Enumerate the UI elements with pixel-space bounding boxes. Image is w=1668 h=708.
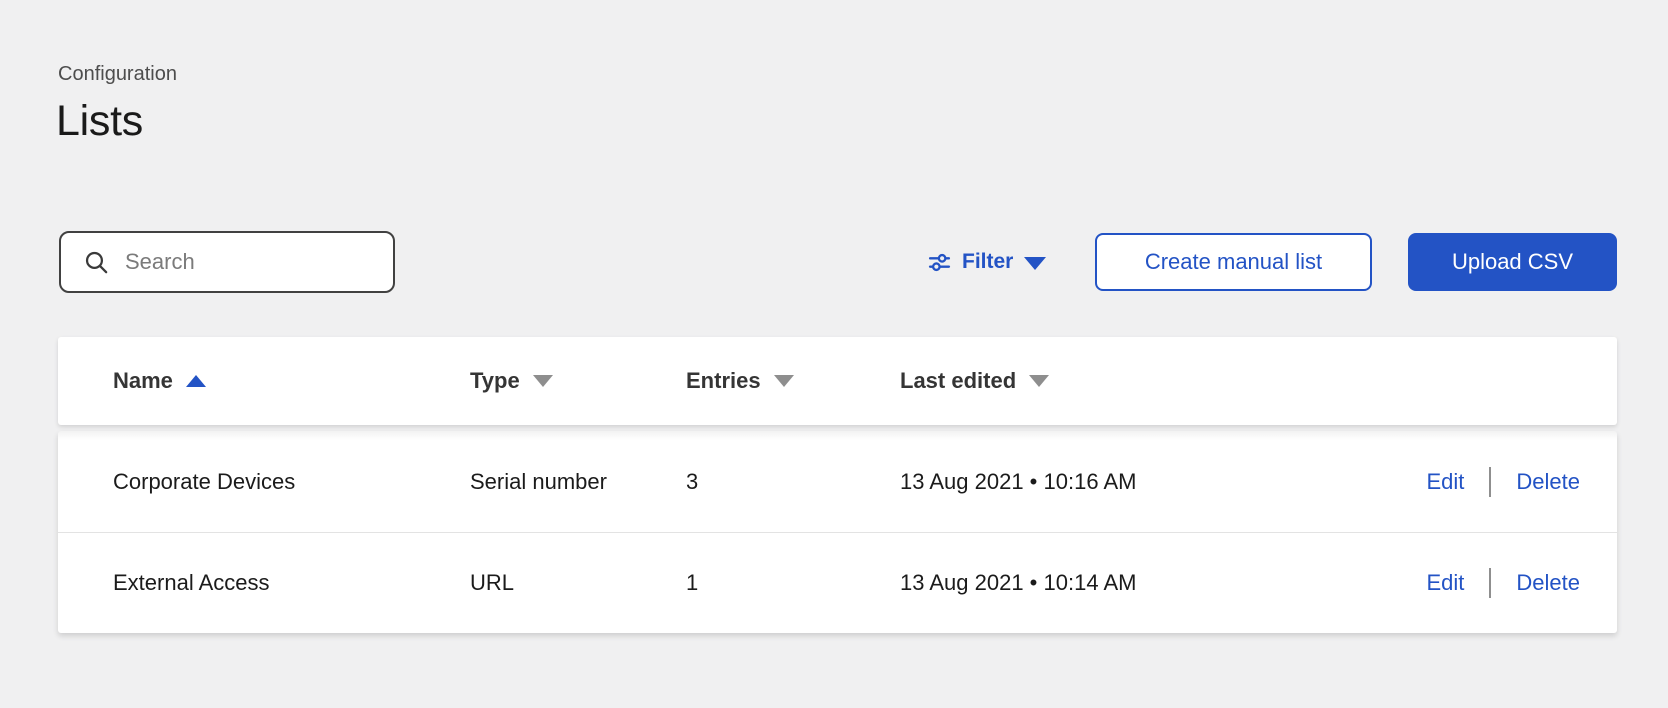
filter-button[interactable]: Filter bbox=[928, 244, 1046, 280]
column-header-name[interactable]: Name bbox=[113, 337, 206, 425]
column-header-label: Name bbox=[113, 368, 173, 394]
column-header-last-edited[interactable]: Last edited bbox=[900, 337, 1049, 425]
delete-link[interactable]: Delete bbox=[1516, 469, 1580, 495]
row-actions: Edit Delete bbox=[1426, 431, 1580, 532]
column-header-type[interactable]: Type bbox=[470, 337, 553, 425]
action-divider bbox=[1489, 568, 1491, 598]
page-title: Lists bbox=[56, 97, 143, 146]
search-icon bbox=[83, 249, 110, 276]
column-header-label: Last edited bbox=[900, 368, 1016, 394]
upload-csv-button[interactable]: Upload CSV bbox=[1408, 233, 1617, 291]
row-actions: Edit Delete bbox=[1426, 533, 1580, 633]
column-header-label: Type bbox=[470, 368, 520, 394]
edit-link[interactable]: Edit bbox=[1426, 570, 1464, 596]
table-row: External Access URL 1 13 Aug 2021 • 10:1… bbox=[58, 532, 1617, 633]
cell-last-edited: 13 Aug 2021 • 10:16 AM bbox=[900, 431, 1136, 532]
table-body: Corporate Devices Serial number 3 13 Aug… bbox=[58, 431, 1617, 633]
cell-type: Serial number bbox=[470, 431, 607, 532]
sort-down-icon bbox=[1029, 375, 1049, 387]
cell-entries: 3 bbox=[686, 431, 698, 532]
sort-down-icon bbox=[774, 375, 794, 387]
column-header-entries[interactable]: Entries bbox=[686, 337, 794, 425]
cell-entries: 1 bbox=[686, 533, 698, 633]
table-header: Name Type Entries Last edited bbox=[58, 337, 1617, 425]
sort-ascending-icon bbox=[186, 375, 206, 387]
table-row: Corporate Devices Serial number 3 13 Aug… bbox=[58, 431, 1617, 532]
cell-name: Corporate Devices bbox=[113, 431, 295, 532]
sort-down-icon bbox=[533, 375, 553, 387]
action-divider bbox=[1489, 467, 1491, 497]
filter-sliders-icon bbox=[928, 251, 951, 274]
cell-last-edited: 13 Aug 2021 • 10:14 AM bbox=[900, 533, 1136, 633]
search-input[interactable] bbox=[125, 249, 413, 275]
cell-name: External Access bbox=[113, 533, 270, 633]
cell-type: URL bbox=[470, 533, 514, 633]
create-manual-list-button[interactable]: Create manual list bbox=[1095, 233, 1372, 291]
breadcrumb: Configuration bbox=[58, 63, 177, 86]
chevron-down-icon bbox=[1024, 257, 1046, 270]
delete-link[interactable]: Delete bbox=[1516, 570, 1580, 596]
search-box[interactable] bbox=[59, 231, 395, 293]
column-header-label: Entries bbox=[686, 368, 761, 394]
edit-link[interactable]: Edit bbox=[1426, 469, 1464, 495]
filter-label: Filter bbox=[962, 250, 1013, 274]
